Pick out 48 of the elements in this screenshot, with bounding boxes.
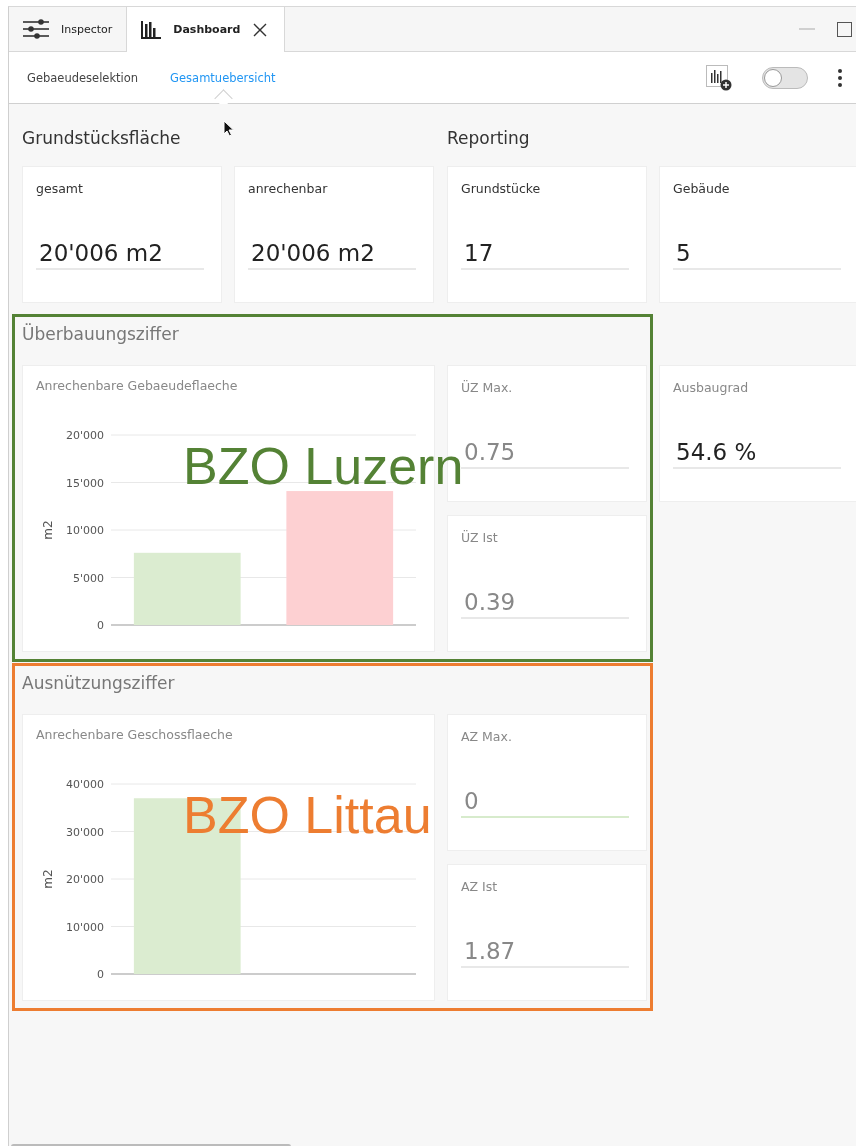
axis-tick-label: 15'000	[65, 476, 104, 490]
axis-tick-label: 0	[97, 619, 104, 632]
more-menu-icon[interactable]	[838, 68, 842, 87]
section-title: Grundstücksfläche	[22, 128, 181, 150]
chart-title: Anrechenbare Geschossflaeche	[35, 727, 233, 742]
axis-tick-label: 20'000	[65, 873, 104, 886]
axis-title: m2	[41, 520, 55, 540]
value-field: 17	[461, 240, 629, 270]
axis-tick-label: 10'000	[65, 524, 104, 537]
value-field: 1.87	[461, 938, 629, 968]
annotation-label: BZO Littau	[183, 789, 432, 841]
tab[interactable]: Dashboard	[127, 7, 286, 52]
value-field: 0.39	[461, 589, 629, 619]
axis-title: m2	[41, 869, 55, 889]
value-field: 20'006 m2	[248, 240, 416, 270]
toggle-switch[interactable]	[762, 66, 808, 89]
card-label: Ausbaugrad	[673, 380, 750, 395]
section-title: Überbauungsziffer	[22, 324, 179, 346]
nav-tab[interactable]: Gebaeudeselektion	[27, 66, 139, 89]
close-icon[interactable]	[252, 21, 269, 38]
value-field: 20'006 m2	[36, 240, 204, 270]
mouse-pointer-icon	[223, 120, 235, 137]
section-title: Reporting	[447, 128, 530, 150]
maximize-icon[interactable]	[837, 21, 852, 37]
value-field: 54.6 %	[673, 439, 841, 469]
axis-tick-label: 20'000	[65, 429, 104, 442]
sliders-icon	[23, 19, 49, 39]
card-label: AZ Max.	[461, 729, 513, 744]
axis-tick-label: 5'000	[72, 571, 104, 585]
card-label: gesamt	[36, 181, 84, 196]
card-label: Grundstücke	[461, 181, 542, 196]
value-field: 0	[461, 788, 629, 818]
axis-tick-label: 10'000	[65, 920, 104, 934]
card-label: ÜZ Ist	[461, 530, 499, 545]
card-label: AZ Ist	[461, 879, 499, 894]
chart-title: Anrechenbare Gebaeudeflaeche	[35, 378, 238, 393]
annotation-label: BZO Luzern	[183, 440, 464, 492]
section-title: Ausnützungsziffer	[22, 673, 175, 695]
card-label: ÜZ Max.	[461, 380, 514, 395]
axis-tick-label: 0	[97, 968, 104, 981]
value-field: 5	[673, 240, 841, 270]
card-label: Gebäude	[673, 181, 731, 196]
axis-tick-label: 40'000	[65, 778, 104, 791]
card-label: anrechenbar	[248, 181, 329, 196]
axis-tick-label: 30'000	[65, 825, 104, 839]
value-field: 0.75	[461, 439, 629, 469]
add-chart-icon[interactable]	[706, 64, 732, 91]
bar-chart-icon	[141, 20, 162, 39]
